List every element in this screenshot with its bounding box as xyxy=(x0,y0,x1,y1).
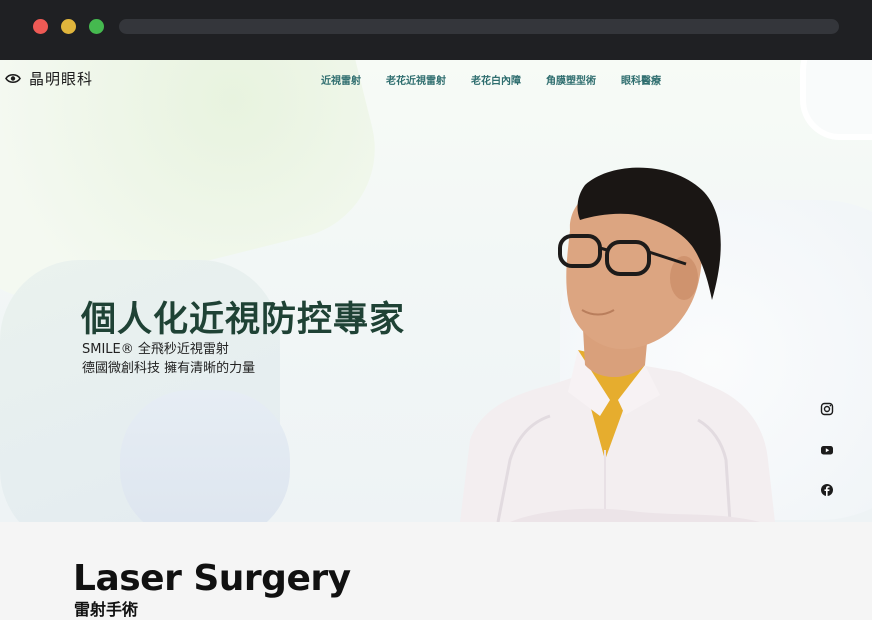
hero-title: 個人化近視防控專家 xyxy=(81,300,406,340)
eye-icon xyxy=(5,73,21,84)
brand-name: 晶明眼科 xyxy=(29,70,94,88)
hero-subtitle-line: SMILE® 全飛秒近視雷射 xyxy=(82,342,229,357)
nav-item-ortho-k[interactable]: 角膜塑型術 xyxy=(546,72,596,87)
decor-shape xyxy=(120,390,290,522)
main-nav: 近視雷射 老花近視雷射 老花白內障 角膜塑型術 眼科醫療 xyxy=(321,72,661,87)
facebook-icon[interactable] xyxy=(820,483,834,497)
nav-item-myopia-laser[interactable]: 近視雷射 xyxy=(321,72,361,87)
hero-person-image xyxy=(460,167,775,522)
section-subtitle: 雷射手術 xyxy=(74,600,139,619)
window-maximize-button[interactable] xyxy=(89,19,104,34)
address-bar[interactable] xyxy=(119,19,839,34)
window-minimize-button[interactable] xyxy=(61,19,76,34)
youtube-icon[interactable] xyxy=(820,443,834,457)
nav-item-presbyopia-cataract[interactable]: 老花白內障 xyxy=(471,72,521,87)
window-close-button[interactable] xyxy=(33,19,48,34)
brand-logo-link[interactable]: 晶明眼科 xyxy=(5,68,93,89)
hero-subtitle-line: 德國微創科技 擁有清晰的力量 xyxy=(82,361,256,376)
nav-item-eye-care[interactable]: 眼科醫療 xyxy=(621,72,661,87)
section-title: Laser Surgery xyxy=(73,558,351,599)
hero-subtitle: SMILE® 全飛秒近視雷射 德國微創科技 擁有清晰的力量 xyxy=(82,340,255,378)
laser-surgery-section: Laser Surgery 雷射手術 xyxy=(0,522,872,620)
nav-item-presbyopia-laser[interactable]: 老花近視雷射 xyxy=(386,72,446,87)
instagram-icon[interactable] xyxy=(820,402,834,416)
decor-shape xyxy=(800,60,872,140)
hero-section: 晶明眼科 近視雷射 老花近視雷射 老花白內障 角膜塑型術 眼科醫療 個人化近視防… xyxy=(0,60,872,522)
browser-chrome xyxy=(0,0,872,60)
